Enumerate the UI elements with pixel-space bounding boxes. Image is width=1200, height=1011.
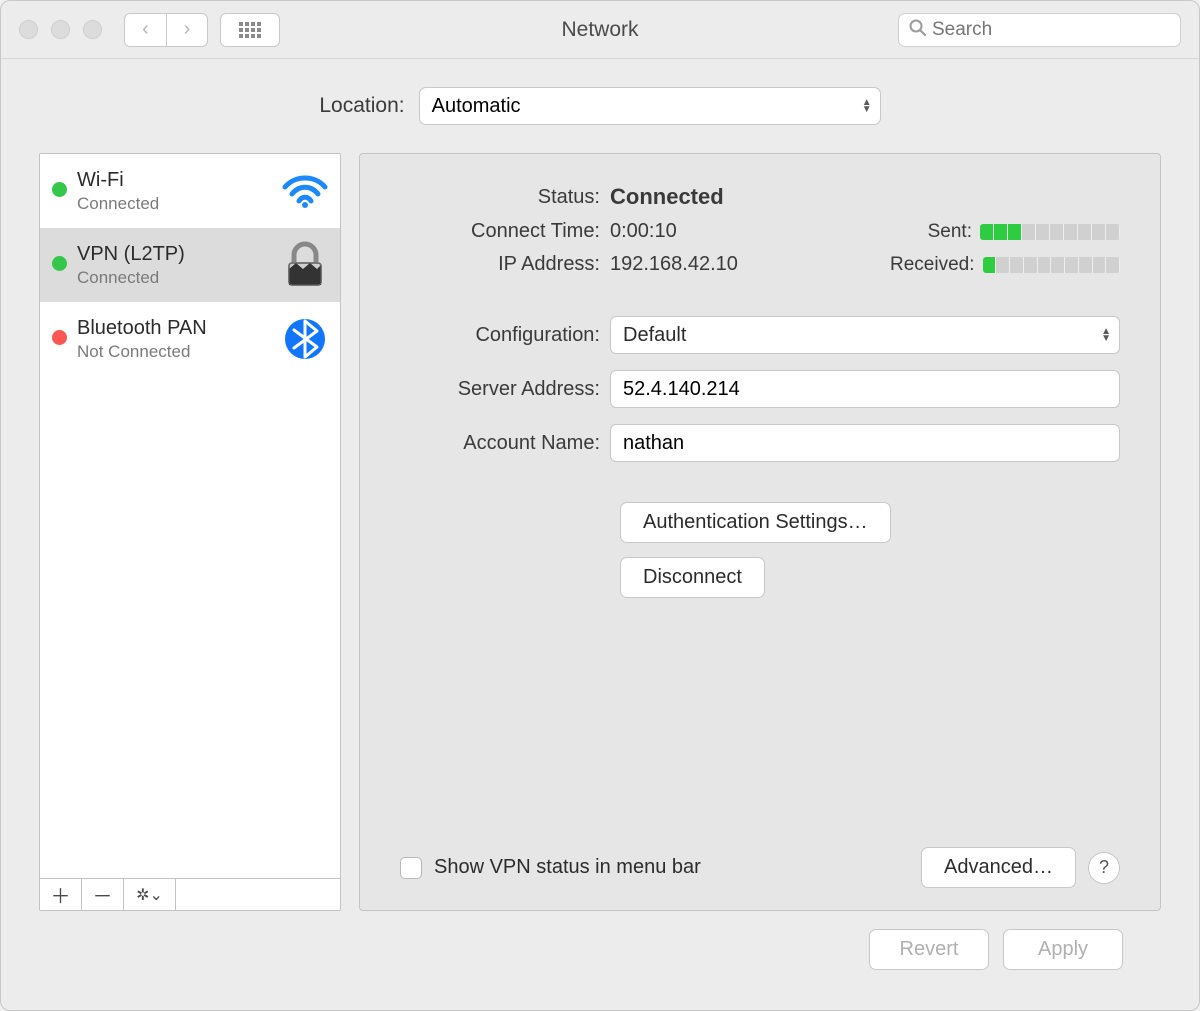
panel-bottom-row: Show VPN status in menu bar Advanced… ? bbox=[400, 847, 1120, 888]
sidebar-toolbar: ＋ － ✲⌄ bbox=[40, 878, 340, 910]
search-field-container[interactable] bbox=[898, 13, 1181, 47]
gear-icon: ✲⌄ bbox=[136, 885, 163, 905]
traffic-lights bbox=[19, 20, 102, 39]
apply-button[interactable]: Apply bbox=[1003, 929, 1123, 970]
status-value: Connected bbox=[610, 184, 890, 210]
content-area: Location: Automatic ▲▼ Wi-Fi Connected bbox=[1, 59, 1199, 1010]
ip-address-value: 192.168.42.10 bbox=[610, 253, 890, 276]
service-name: Wi-Fi bbox=[77, 169, 270, 192]
action-buttons: Authentication Settings… Disconnect bbox=[620, 502, 1120, 598]
detail-panel: Status: Connected Connect Time: 0:00:10 … bbox=[359, 153, 1161, 911]
minus-icon: － bbox=[93, 880, 113, 909]
network-prefs-window: ‹ › Network Location: bbox=[0, 0, 1200, 1011]
server-address-input[interactable] bbox=[623, 371, 1107, 407]
authentication-settings-button[interactable]: Authentication Settings… bbox=[620, 502, 891, 543]
search-icon bbox=[909, 19, 926, 41]
lock-icon bbox=[280, 241, 330, 289]
status-dot-icon bbox=[52, 256, 67, 271]
location-label: Location: bbox=[319, 94, 404, 118]
received-label: Received: bbox=[890, 254, 975, 276]
remove-service-button[interactable]: － bbox=[82, 879, 124, 910]
server-address-label: Server Address: bbox=[400, 378, 610, 401]
stepper-icon: ▲▼ bbox=[1101, 328, 1111, 342]
sent-label: Sent: bbox=[928, 221, 972, 243]
sent-meter bbox=[980, 224, 1120, 240]
chevron-left-icon: ‹ bbox=[142, 18, 149, 41]
service-text: Bluetooth PAN Not Connected bbox=[77, 317, 270, 362]
stepper-icon: ▲▼ bbox=[862, 99, 872, 113]
service-name: VPN (L2TP) bbox=[77, 243, 270, 266]
plus-icon: ＋ bbox=[51, 880, 71, 909]
connect-time-label: Connect Time: bbox=[400, 220, 610, 243]
sent-meter-row: Sent: bbox=[890, 221, 1120, 243]
show-vpn-status-checkbox[interactable] bbox=[400, 857, 422, 879]
service-status: Connected bbox=[77, 194, 270, 214]
server-address-field[interactable] bbox=[610, 370, 1120, 408]
account-name-field[interactable] bbox=[610, 424, 1120, 462]
location-value: Automatic bbox=[432, 95, 521, 118]
grid-icon bbox=[239, 22, 261, 38]
forward-button[interactable]: › bbox=[166, 13, 208, 47]
minimize-window-button[interactable] bbox=[51, 20, 70, 39]
service-item-wifi[interactable]: Wi-Fi Connected bbox=[40, 154, 340, 228]
configuration-select[interactable]: Default ▲▼ bbox=[610, 316, 1120, 354]
advanced-button[interactable]: Advanced… bbox=[921, 847, 1076, 888]
service-text: VPN (L2TP) Connected bbox=[77, 243, 270, 288]
service-status: Not Connected bbox=[77, 342, 270, 362]
help-icon: ? bbox=[1099, 857, 1109, 878]
back-button[interactable]: ‹ bbox=[124, 13, 166, 47]
service-status: Connected bbox=[77, 268, 270, 288]
show-all-button[interactable] bbox=[220, 13, 280, 47]
revert-button[interactable]: Revert bbox=[869, 929, 989, 970]
received-meter bbox=[983, 257, 1121, 273]
status-label: Status: bbox=[400, 186, 610, 209]
status-block: Status: Connected Connect Time: 0:00:10 … bbox=[400, 184, 1120, 276]
service-text: Wi-Fi Connected bbox=[77, 169, 270, 214]
form-block: Configuration: Default ▲▼ Server Address… bbox=[400, 316, 1120, 462]
status-dot-icon bbox=[52, 182, 67, 197]
account-name-label: Account Name: bbox=[400, 432, 610, 455]
main-row: Wi-Fi Connected bbox=[39, 153, 1161, 911]
connect-time-value: 0:00:10 bbox=[610, 220, 890, 243]
service-item-vpn[interactable]: VPN (L2TP) Connected bbox=[40, 228, 340, 302]
toolbar-spacer bbox=[176, 879, 340, 910]
bluetooth-icon bbox=[280, 315, 330, 363]
close-window-button[interactable] bbox=[19, 20, 38, 39]
location-select[interactable]: Automatic ▲▼ bbox=[419, 87, 881, 125]
zoom-window-button[interactable] bbox=[83, 20, 102, 39]
received-meter-row: Received: bbox=[890, 254, 1120, 276]
services-sidebar: Wi-Fi Connected bbox=[39, 153, 341, 911]
location-row: Location: Automatic ▲▼ bbox=[39, 87, 1161, 125]
show-vpn-status-label: Show VPN status in menu bar bbox=[434, 856, 909, 879]
status-dot-icon bbox=[52, 330, 67, 345]
chevron-right-icon: › bbox=[184, 18, 191, 41]
help-button[interactable]: ? bbox=[1088, 852, 1120, 884]
ip-address-label: IP Address: bbox=[400, 253, 610, 276]
configuration-label: Configuration: bbox=[400, 324, 610, 347]
service-list: Wi-Fi Connected bbox=[40, 154, 340, 878]
service-actions-button[interactable]: ✲⌄ bbox=[124, 879, 176, 910]
account-name-input[interactable] bbox=[623, 425, 1107, 461]
titlebar: ‹ › Network bbox=[1, 1, 1199, 59]
service-name: Bluetooth PAN bbox=[77, 317, 270, 340]
disconnect-button[interactable]: Disconnect bbox=[620, 557, 765, 598]
add-service-button[interactable]: ＋ bbox=[40, 879, 82, 910]
search-input[interactable] bbox=[932, 19, 1170, 41]
service-item-bluetooth-pan[interactable]: Bluetooth PAN Not Connected bbox=[40, 302, 340, 376]
footer-buttons: Revert Apply bbox=[39, 911, 1161, 990]
wifi-icon bbox=[280, 173, 330, 209]
configuration-value: Default bbox=[623, 324, 686, 347]
nav-group: ‹ › bbox=[124, 13, 208, 47]
